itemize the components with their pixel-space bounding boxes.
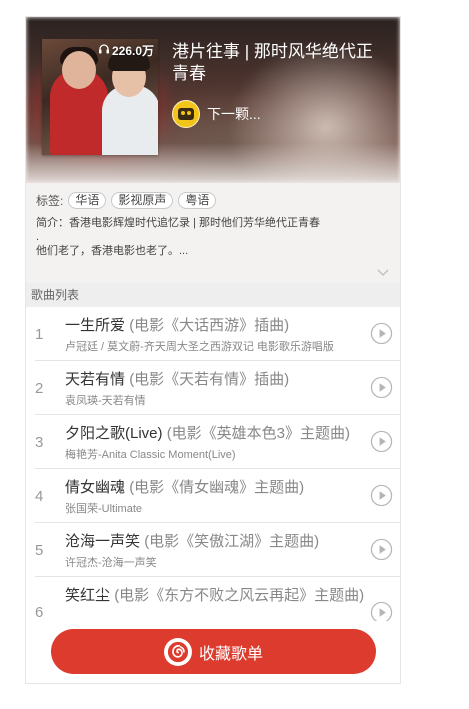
song-artist: 卢冠廷 / 莫文蔚-齐天周大圣之西游双记 电影歌乐游唱版 bbox=[65, 341, 334, 353]
tag-item[interactable]: 影视原声 bbox=[111, 191, 174, 209]
tag-item[interactable]: 粤语 bbox=[178, 191, 217, 209]
song-list: 1 一生所爱 (电影《大话西游》插曲) 卢冠廷 / 莫文蔚-齐天周大圣之西游双记… bbox=[26, 307, 400, 639]
creator[interactable]: 下一颗... bbox=[172, 100, 261, 128]
play-icon[interactable] bbox=[370, 538, 393, 561]
song-title: 沧海一声笑 bbox=[65, 533, 141, 550]
song-name: 笑红尘 (电影《东方不败之风云再起》主题曲) bbox=[65, 587, 365, 605]
song-row[interactable]: 1 一生所爱 (电影《大话西游》插曲) 卢冠廷 / 莫文蔚-齐天周大圣之西游双记… bbox=[26, 307, 400, 361]
play-icon[interactable] bbox=[370, 322, 393, 345]
headphone-icon bbox=[98, 43, 110, 58]
collect-label: 收藏歌单 bbox=[198, 645, 263, 663]
collect-playlist-button[interactable]: 收藏歌单 bbox=[51, 629, 376, 674]
playlist-header: 226.0万 港片往事 | 那时风华绝代正青春 下一颗... bbox=[26, 17, 400, 183]
creator-name[interactable]: 下一颗... bbox=[207, 104, 261, 124]
playlist-info: 标签: 华语 影视原声 粤语 简介：香港电影辉煌时代追忆录 | 那时他们芳华绝代… bbox=[26, 183, 400, 283]
play-icon[interactable] bbox=[370, 430, 393, 453]
bottom-bar: 收藏歌单 bbox=[26, 621, 400, 683]
play-count: 226.0万 bbox=[98, 42, 154, 59]
song-row[interactable]: 4 倩女幽魂 (电影《倩女幽魂》主题曲) 张国荣-Ultimate bbox=[26, 469, 400, 523]
song-name: 一生所爱 (电影《大话西游》插曲) bbox=[65, 317, 365, 335]
song-artist: 梅艳芳-Anita Classic Moment(Live) bbox=[65, 449, 236, 461]
playlist-description: 简介：香港电影辉煌时代追忆录 | 那时他们芳华绝代正青春 . 他们老了，香港电影… bbox=[36, 217, 320, 257]
song-title: 天若有情 bbox=[65, 371, 126, 388]
song-name: 倩女幽魂 (电影《倩女幽魂》主题曲) bbox=[65, 479, 365, 497]
song-artist: 许冠杰-沧海一声笑 bbox=[65, 557, 157, 569]
song-name: 夕阳之歌(Live) (电影《英雄本色3》主题曲) bbox=[65, 425, 365, 443]
tags-label: 标签: bbox=[36, 193, 64, 208]
play-count-value: 226.0万 bbox=[111, 44, 154, 58]
song-subtitle: (电影《英雄本色3》主题曲) bbox=[166, 425, 351, 442]
play-icon[interactable] bbox=[370, 376, 393, 399]
play-icon[interactable] bbox=[370, 484, 393, 507]
song-title: 夕阳之歌(Live) bbox=[65, 425, 163, 442]
song-title: 倩女幽魂 bbox=[65, 479, 126, 496]
song-subtitle: (电影《天若有情》插曲) bbox=[129, 371, 290, 388]
song-name: 天若有情 (电影《天若有情》插曲) bbox=[65, 371, 365, 389]
netease-music-logo-icon bbox=[163, 637, 192, 666]
song-name: 沧海一声笑 (电影《笑傲江湖》主题曲) bbox=[65, 533, 365, 551]
song-list-header: 歌曲列表 bbox=[26, 283, 400, 307]
song-subtitle: (电影《东方不败之风云再起》主题曲) bbox=[114, 587, 365, 604]
tag-row: 标签: 华语 影视原声 粤语 bbox=[36, 191, 390, 209]
tag-item[interactable]: 华语 bbox=[68, 191, 107, 209]
song-row[interactable]: 5 沧海一声笑 (电影《笑傲江湖》主题曲) 许冠杰-沧海一声笑 bbox=[26, 523, 400, 577]
song-artist: 袁凤瑛-天若有情 bbox=[65, 395, 146, 407]
song-artist: 张国荣-Ultimate bbox=[65, 503, 143, 515]
creator-avatar[interactable] bbox=[172, 100, 200, 128]
song-subtitle: (电影《笑傲江湖》主题曲) bbox=[144, 533, 320, 550]
song-subtitle: (电影《大话西游》插曲) bbox=[129, 317, 290, 334]
song-row[interactable]: 3 夕阳之歌(Live) (电影《英雄本色3》主题曲) 梅艳芳-Anita Cl… bbox=[26, 415, 400, 469]
song-title: 一生所爱 bbox=[65, 317, 126, 334]
song-subtitle: (电影《倩女幽魂》主题曲) bbox=[129, 479, 305, 496]
playlist-page: 226.0万 港片往事 | 那时风华绝代正青春 下一颗... 标签: 华语 影视… bbox=[25, 16, 401, 684]
playlist-cover[interactable]: 226.0万 bbox=[42, 39, 158, 155]
song-row[interactable]: 2 天若有情 (电影《天若有情》插曲) 袁凤瑛-天若有情 bbox=[26, 361, 400, 415]
song-title: 笑红尘 bbox=[65, 587, 111, 604]
playlist-title: 港片往事 | 那时风华绝代正青春 bbox=[172, 42, 373, 83]
chevron-down-icon[interactable] bbox=[376, 265, 390, 279]
